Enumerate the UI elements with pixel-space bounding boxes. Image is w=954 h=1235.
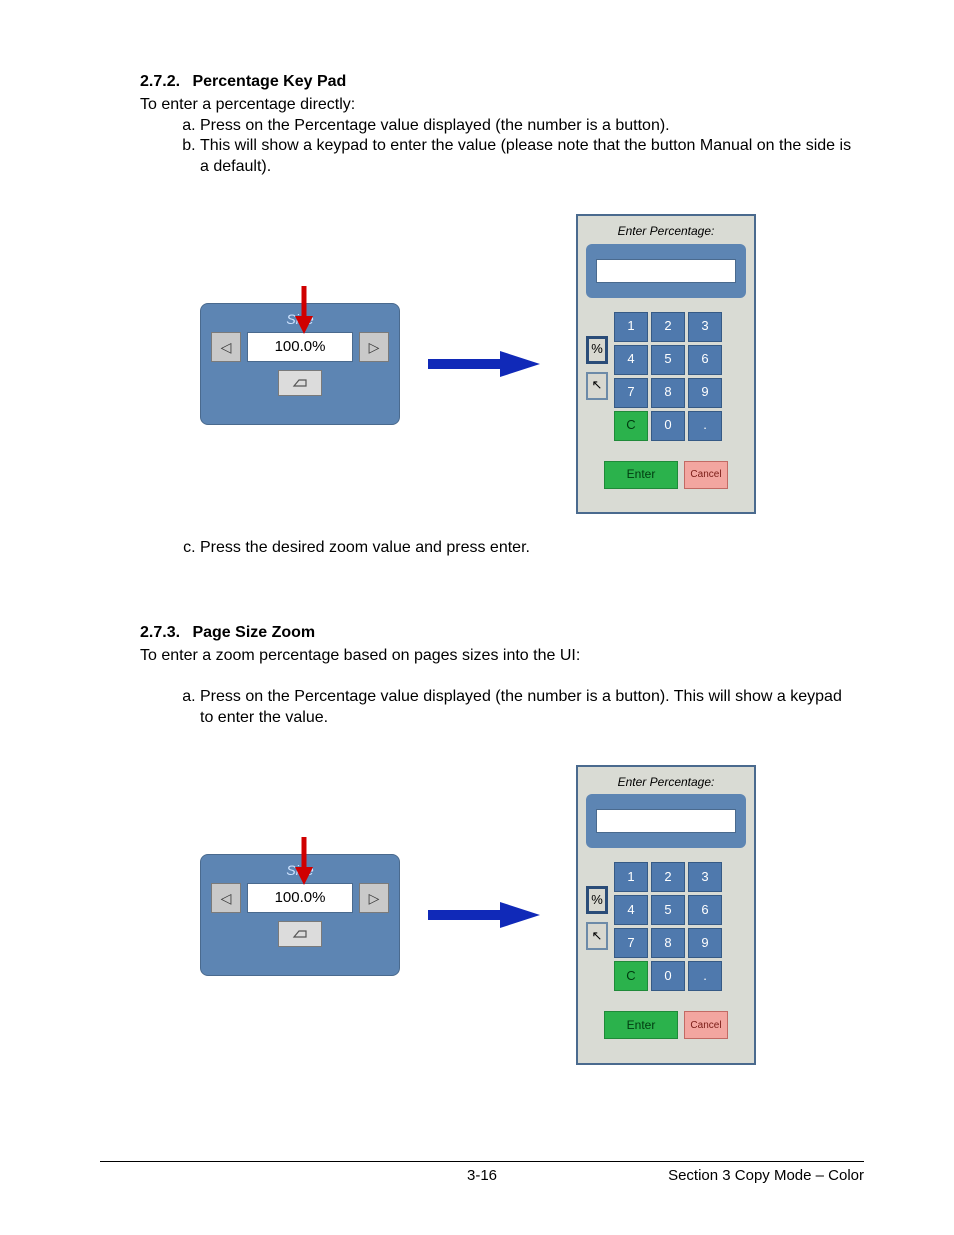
reset-button[interactable]	[278, 921, 322, 947]
key-5[interactable]: 5	[651, 895, 685, 925]
key-0[interactable]: 0	[651, 961, 685, 991]
key-clear[interactable]: C	[614, 961, 648, 991]
heading-272: 2.7.2. Percentage Key Pad	[140, 72, 854, 93]
keypad-display-wrap	[586, 244, 746, 298]
keypad-display[interactable]	[596, 259, 736, 283]
leads-to-arrow-icon	[428, 349, 548, 379]
step-b: This will show a keypad to enter the val…	[200, 136, 854, 178]
steps-272: Press on the Percentage value displayed …	[140, 116, 854, 178]
size-increase-button[interactable]: ▷	[359, 332, 389, 362]
key-4[interactable]: 4	[614, 895, 648, 925]
eraser-icon	[291, 377, 309, 389]
heading-num: 2.7.3.	[140, 623, 188, 644]
intro-273: To enter a zoom percentage based on page…	[140, 646, 854, 667]
page-number: 3-16	[467, 1166, 497, 1186]
key-5[interactable]: 5	[651, 345, 685, 375]
key-7[interactable]: 7	[614, 928, 648, 958]
enter-button[interactable]: Enter	[604, 1011, 678, 1039]
footer-section: Section 3 Copy Mode – Color	[668, 1166, 864, 1186]
step-a: Press on the Percentage value displayed …	[200, 687, 854, 729]
reset-button[interactable]	[278, 370, 322, 396]
key-6[interactable]: 6	[688, 895, 722, 925]
size-decrease-button[interactable]: ◁	[211, 332, 241, 362]
key-6[interactable]: 6	[688, 345, 722, 375]
key-3[interactable]: 3	[688, 312, 722, 342]
heading-title: Page Size Zoom	[192, 624, 315, 641]
key-1[interactable]: 1	[614, 862, 648, 892]
key-7[interactable]: 7	[614, 378, 648, 408]
step-c: Press the desired zoom value and press e…	[200, 538, 854, 559]
key-4[interactable]: 4	[614, 345, 648, 375]
key-9[interactable]: 9	[688, 378, 722, 408]
keypad-display-wrap	[586, 794, 746, 848]
red-down-arrow-icon	[289, 833, 319, 889]
keypad-display[interactable]	[596, 809, 736, 833]
page-footer: 3-16 Section 3 Copy Mode – Color	[100, 1161, 864, 1186]
key-8[interactable]: 8	[651, 928, 685, 958]
key-2[interactable]: 2	[651, 312, 685, 342]
key-8[interactable]: 8	[651, 378, 685, 408]
intro-272: To enter a percentage directly:	[140, 95, 854, 116]
cancel-button[interactable]: Cancel	[684, 461, 728, 489]
size-panel: Size ◁ 100.0% ▷	[200, 303, 400, 425]
steps-273: Press on the Percentage value displayed …	[140, 687, 854, 729]
figure-row-273: Size ◁ 100.0% ▷ Enter Percenta	[200, 765, 854, 1065]
heading-num: 2.7.2.	[140, 72, 188, 93]
key-dot[interactable]: .	[688, 961, 722, 991]
mode-percent-button[interactable]: %	[586, 886, 608, 914]
key-0[interactable]: 0	[651, 411, 685, 441]
mode-diagonal-button[interactable]: ↖	[586, 372, 608, 400]
enter-button[interactable]: Enter	[604, 461, 678, 489]
key-2[interactable]: 2	[651, 862, 685, 892]
keypad-grid: 1 2 3 4 5 6 7 8 9 C 0 .	[614, 862, 722, 991]
key-3[interactable]: 3	[688, 862, 722, 892]
step-a: Press on the Percentage value displayed …	[200, 116, 854, 137]
keypad-title: Enter Percentage:	[586, 775, 746, 791]
keypad-grid: 1 2 3 4 5 6 7 8 9 C 0 .	[614, 312, 722, 441]
mode-diagonal-button[interactable]: ↖	[586, 922, 608, 950]
size-decrease-button[interactable]: ◁	[211, 883, 241, 913]
mode-percent-button[interactable]: %	[586, 336, 608, 364]
red-down-arrow-icon	[289, 282, 319, 338]
eraser-icon	[291, 928, 309, 940]
key-9[interactable]: 9	[688, 928, 722, 958]
size-panel: Size ◁ 100.0% ▷	[200, 854, 400, 976]
keypad-title: Enter Percentage:	[586, 224, 746, 240]
cancel-button[interactable]: Cancel	[684, 1011, 728, 1039]
key-clear[interactable]: C	[614, 411, 648, 441]
size-increase-button[interactable]: ▷	[359, 883, 389, 913]
heading-title: Percentage Key Pad	[192, 73, 346, 90]
percentage-keypad: Enter Percentage: % ↖ 1 2 3 4 5 6 7 8	[576, 214, 756, 514]
steps-272-cont: Press the desired zoom value and press e…	[140, 538, 854, 559]
leads-to-arrow-icon	[428, 900, 548, 930]
heading-273: 2.7.3. Page Size Zoom	[140, 623, 854, 644]
key-1[interactable]: 1	[614, 312, 648, 342]
key-dot[interactable]: .	[688, 411, 722, 441]
figure-row-272: Size ◁ 100.0% ▷ Enter Per	[200, 214, 854, 514]
percentage-keypad: Enter Percentage: % ↖ 1 2 3 4 5 6 7 8	[576, 765, 756, 1065]
